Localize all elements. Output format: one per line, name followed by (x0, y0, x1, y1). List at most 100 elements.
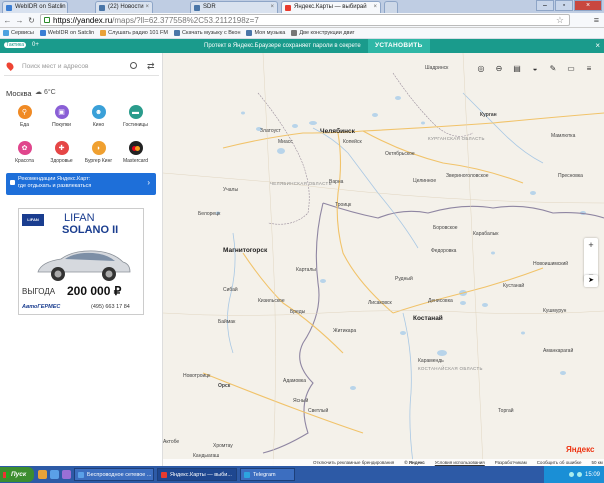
yandex-map-logo[interactable]: Яндекс (566, 445, 594, 454)
map-label-town: Мамлютка (551, 133, 576, 139)
category-health[interactable]: ✚ Здоровье (44, 141, 79, 164)
tab-title: WebIDR on Satclin (15, 4, 66, 10)
city-pill[interactable]: Тактика (4, 42, 27, 48)
tray-icon[interactable] (576, 472, 582, 477)
category-label: Гостиницы (123, 122, 148, 128)
tab-close-icon[interactable]: × (270, 4, 274, 10)
tab-close-icon[interactable]: × (145, 4, 149, 10)
beauty-icon: ✿ (17, 141, 32, 155)
promo-message: Протект в Яндекс.Браузере сохраняет паро… (204, 43, 361, 49)
category-hotels[interactable]: ▬ Гостиницы (118, 105, 153, 128)
folder-icon[interactable] (38, 470, 47, 479)
install-button[interactable]: УСТАНОВИТЬ (368, 39, 430, 53)
footer-developers-link[interactable]: Разработчикам (495, 460, 527, 465)
category-burger-king[interactable]: ◗ Бургер Кинг (81, 141, 116, 164)
footer-report-error[interactable]: Сообщить об ошибке (537, 460, 582, 465)
taskbar-item[interactable]: Беспроводное сетевое ... (74, 468, 154, 481)
category-beauty[interactable]: ✿ Красота (7, 141, 42, 164)
bookmark-item[interactable]: Скачать музыку с Вкон (174, 30, 240, 36)
layers-icon[interactable]: ◎ (474, 62, 488, 74)
media-icon[interactable] (62, 470, 71, 479)
weather-temp: ☁ 6°C (35, 89, 56, 96)
car-icon[interactable]: ⊖ (492, 62, 506, 74)
locate-me-icon[interactable]: ➤ (584, 275, 598, 287)
map-label-city: Орск (218, 383, 231, 389)
taskbar-item-label: Яндекс.Карты — выби... (170, 472, 232, 478)
bookmark-item[interactable]: WebIDR on Satclin (39, 30, 95, 36)
car-advertisement[interactable]: LIFAN LIFAN SOLANO II ВЫГОДА 200 000 ₽ А… (18, 208, 144, 315)
search-input[interactable]: Поиск мест и адресов ⇄ (4, 59, 159, 76)
map-label-town: Сибай (223, 287, 238, 293)
notifications-count[interactable]: 0+ (32, 42, 39, 48)
close-window-icon[interactable]: × (574, 0, 602, 11)
reload-icon[interactable]: ↻ (26, 15, 37, 26)
recommendations-banner[interactable]: Рекомендации Яндекс.Карт: где отдыхать и… (6, 173, 156, 195)
tab-favicon-icon (6, 5, 12, 11)
browser-tab[interactable]: SDR × (190, 1, 278, 13)
bookmark-label: WebIDR on Satclin (47, 30, 95, 36)
minimize-icon[interactable]: – (536, 0, 554, 11)
zoom-slider[interactable] (584, 252, 598, 268)
back-icon[interactable]: ← (2, 15, 13, 26)
clock[interactable]: 15:09 (585, 472, 600, 478)
category-mastercard[interactable]: Mastercard (118, 141, 153, 164)
search-icon[interactable] (130, 62, 137, 69)
zoom-in-icon[interactable]: + (584, 238, 598, 252)
map-canvas[interactable]: Челябинск Магнитогорск Костанай Курган О… (163, 53, 604, 466)
bookmark-item[interactable]: Сервисы (3, 30, 34, 36)
map-label-town: Адамовка (283, 378, 306, 384)
ad-price-label: ВЫГОДА (22, 287, 56, 296)
ruler-icon[interactable]: ✎ (546, 62, 560, 74)
bookmark-item[interactable]: Две конструкции двиг (291, 30, 355, 36)
search-placeholder: Поиск мест и адресов (22, 63, 89, 70)
menu-icon[interactable]: ≡ (582, 62, 596, 74)
system-tray: 15:09 (544, 466, 604, 483)
map-label-town: Шадринск (425, 65, 449, 71)
map-label-town: Федоровка (431, 248, 457, 254)
bus-icon[interactable]: ▤ (510, 62, 524, 74)
yandex-promo-bar: Тактика 0+ Протект в Яндекс.Браузере сох… (0, 39, 604, 53)
taskbar-item-active[interactable]: Яндекс.Карты — выби... (157, 468, 237, 481)
bookmark-item[interactable]: Слушать радио 101 FM (100, 30, 168, 36)
bookmark-label: Моя музыка (254, 30, 286, 36)
map-label-town: Целинное (413, 178, 437, 184)
tab-strip: WebIDR on Satclin × (22) Новости × SDR ×… (0, 0, 604, 13)
bookmark-item[interactable]: Моя музыка (246, 30, 285, 36)
map-label-town: Новоишимский (533, 261, 569, 267)
bed-icon: ▬ (128, 105, 143, 119)
ad-price: 200 000 ₽ (67, 284, 122, 298)
footer-disable-branding[interactable]: Отключить рекламные брендирования (313, 460, 394, 465)
bookmark-star-icon[interactable]: ☆ (556, 15, 564, 26)
category-cinema[interactable]: ☻ Кино (81, 105, 116, 128)
address-bar[interactable]: https://yandex.ru/maps/?ll=62.377558%2C5… (40, 14, 570, 26)
tray-icon[interactable] (568, 472, 574, 477)
bookmark-label: Слушать радио 101 FM (108, 30, 168, 36)
footer-terms-link[interactable]: Условия использования (435, 460, 485, 465)
new-tab-button[interactable] (384, 1, 398, 13)
category-food[interactable]: ⚲ Еда (7, 105, 42, 128)
tab-close-icon[interactable]: × (60, 4, 64, 10)
browser-icon[interactable] (50, 470, 59, 479)
print-icon[interactable]: ▭ (564, 62, 578, 74)
maximize-icon[interactable]: ▫ (555, 0, 573, 11)
bookmarks-bar: Сервисы WebIDR on Satclin Слушать радио … (0, 28, 604, 39)
tab-close-icon[interactable]: × (373, 4, 377, 10)
ad-brand: LIFAN (27, 217, 39, 222)
close-promo-icon[interactable]: × (595, 41, 600, 50)
ad-dealer: АвтоГЕРМЕС (22, 304, 61, 310)
browser-tab-active[interactable]: Яндекс.Карты — выбирай × (281, 1, 381, 13)
browser-tab[interactable]: (22) Новости × (95, 1, 153, 13)
bookmark-favicon-icon (100, 30, 107, 36)
browser-menu-icon[interactable]: ≡ (594, 15, 599, 25)
category-label: Кино (92, 122, 105, 128)
browser-tab[interactable]: WebIDR on Satclin × (2, 1, 68, 13)
ad-model-line-1: LIFAN (64, 212, 95, 224)
city-name[interactable]: Москва (6, 89, 32, 98)
map-label-region: КОСТАНАЙСКАЯ ОБЛАСТЬ (418, 366, 483, 371)
hybrid-icon[interactable]: ◒ (528, 62, 542, 74)
route-icon[interactable]: ⇄ (147, 61, 155, 72)
forward-icon[interactable]: → (14, 15, 25, 26)
category-shopping[interactable]: ▣ Покупки (44, 105, 79, 128)
taskbar-item[interactable]: Telegram (240, 468, 295, 481)
start-button[interactable]: Пуск (0, 467, 34, 482)
